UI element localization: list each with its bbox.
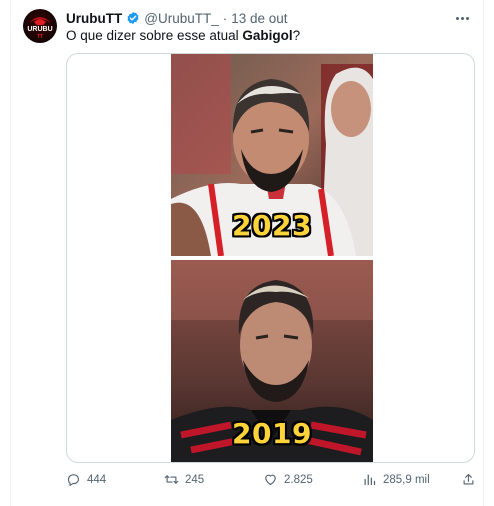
verified-badge-icon <box>127 11 139 25</box>
avatar-logo-subtext: TT <box>37 34 43 40</box>
share-button[interactable] <box>461 472 476 487</box>
action-bar: 444 245 2.825 285,9 mil <box>66 470 475 490</box>
more-icon[interactable] <box>453 10 471 26</box>
reply-icon <box>67 474 80 486</box>
year-caption-2019: 2019 <box>232 417 312 450</box>
views-button[interactable]: 285,9 mil <box>362 472 430 487</box>
retweet-icon <box>164 475 179 484</box>
reply-button[interactable]: 444 <box>66 472 106 487</box>
tweet-text-start: O que dizer sobre esse atual <box>66 28 243 43</box>
avatar-logo-text: URUBU <box>27 26 52 33</box>
share-icon <box>463 473 474 485</box>
like-count: 2.825 <box>284 473 313 486</box>
tweet-header: UrubuTT @UrubuTT_ · 13 de out <box>66 9 288 27</box>
tweet-text-end: ? <box>292 28 301 43</box>
tweet-card[interactable]: URUBU TT UrubuTT @UrubuTT_ · 13 de out O… <box>10 0 484 506</box>
heart-icon <box>265 474 276 486</box>
photo-2023[interactable]: 2023 <box>171 54 373 256</box>
year-caption-2023: 2023 <box>232 209 312 242</box>
views-count: 285,9 mil <box>383 473 430 486</box>
like-button[interactable]: 2.825 <box>263 472 313 487</box>
retweet-button[interactable]: 245 <box>164 472 204 487</box>
photo-2019[interactable]: 2019 <box>171 260 373 462</box>
avatar[interactable]: URUBU TT <box>23 9 57 43</box>
separator-dot: · <box>222 10 228 26</box>
author-handle[interactable]: @UrubuTT_ <box>144 11 218 26</box>
author-name[interactable]: UrubuTT <box>66 11 122 26</box>
views-icon <box>364 474 376 486</box>
tweet-text-bold: Gabigol <box>242 28 293 43</box>
reply-count: 444 <box>87 473 107 486</box>
retweet-count: 245 <box>185 473 205 486</box>
tweet-text: O que dizer sobre esse atual Gabigol? <box>66 28 300 43</box>
tweet-date[interactable]: 13 de out <box>231 11 287 26</box>
urubu-logo-icon: URUBU TT <box>27 17 53 40</box>
tweet-media[interactable]: 2023 2019 <box>66 53 475 463</box>
